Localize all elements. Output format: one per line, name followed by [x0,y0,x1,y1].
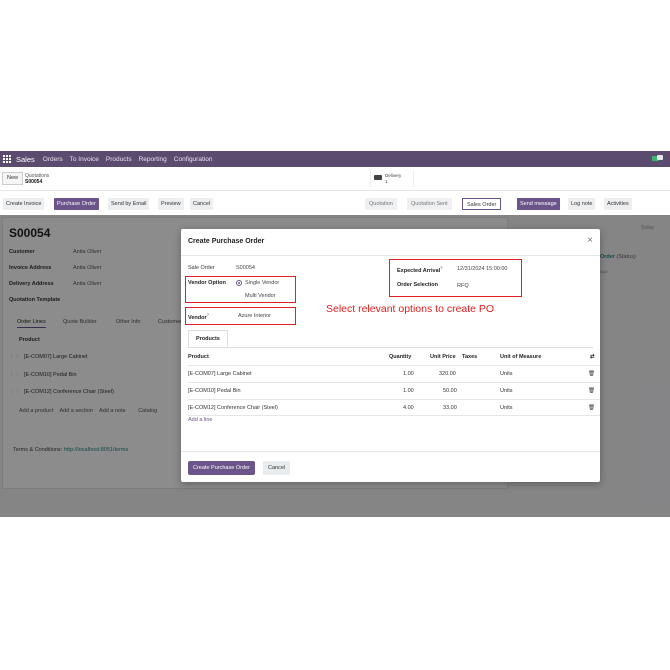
vendor-option-label: Vendor Option [188,280,226,286]
header-unit-of-measure: Unit of Measure [500,354,542,360]
tab-products[interactable]: Products [188,330,228,347]
create-invoice-button[interactable]: Create Invoice [3,198,45,210]
delivery-label: Delivery [385,173,402,178]
action-bar: Create Invoice Purchase Order Send by Em… [0,192,670,215]
cell-product: [E-COM07] Large Cabinet [188,371,252,377]
top-navbar: Sales Orders To Invoice Products Reporti… [0,151,670,167]
header-product: Product [188,354,209,360]
dialog-footer-divider [181,451,600,452]
multi-vendor-label[interactable]: Multi Vendor [245,293,276,299]
cell-uom: Units [500,371,513,377]
sale-order-label: Sale Order [188,265,215,271]
create-purchase-order-dialog: Create Purchase Order × Sale Order S0005… [181,229,600,482]
column-settings-icon[interactable]: ⇄ [590,354,595,360]
control-panel: New Quotations S00054 Delivery 1 [0,167,670,191]
menu-orders[interactable]: Orders [43,156,63,163]
preview-button[interactable]: Preview [158,198,184,210]
menu-to-invoice[interactable]: To Invoice [70,156,99,163]
order-selection-field[interactable]: RFQ [457,283,469,289]
single-vendor-label[interactable]: Single Vendor [245,280,279,286]
cell-product: [E-COM12] Conference Chair (Steel) [188,405,278,411]
truck-icon [374,175,382,180]
expected-arrival-label: Expected Arrival? [397,265,443,274]
vendor-field[interactable]: Azure Interior [238,313,271,319]
table-bottom-border [188,415,600,416]
dialog-title: Create Purchase Order [188,238,265,245]
expected-arrival-field[interactable]: 12/31/2024 15:00:00 [457,266,507,272]
cell-unit-price: 320.00 [439,371,456,377]
table-row[interactable]: [E-COM10] Pedal Bin 1.00 50.00 Units 🗑 [188,382,600,398]
send-message-button[interactable]: Send message [517,198,560,210]
apps-menu-icon[interactable] [3,155,11,163]
create-purchase-order-button[interactable]: Create Purchase Order [188,461,255,475]
cell-uom: Units [500,388,513,394]
trash-icon[interactable]: 🗑 [588,371,595,377]
cell-unit-price: 50.00 [443,388,457,394]
trash-icon[interactable]: 🗑 [588,388,595,394]
vendor-label: Vendor? [188,312,209,321]
cell-quantity: 1.00 [403,371,414,377]
app-name[interactable]: Sales [16,155,35,164]
trash-icon[interactable]: 🗑 [588,405,595,411]
log-note-button[interactable]: Log note [568,198,596,210]
status-quotation[interactable]: Quotation [365,198,397,210]
cell-uom: Units [500,405,513,411]
radio-single-vendor[interactable] [236,280,242,286]
menu-products[interactable]: Products [106,156,132,163]
menu-reporting[interactable]: Reporting [139,156,167,163]
annotation-text: Select relevant options to create PO [326,303,495,315]
cancel-order-button[interactable]: Cancel [190,198,214,210]
cell-product: [E-COM10] Pedal Bin [188,388,241,394]
add-line-link[interactable]: Add a line [188,417,212,423]
breadcrumb-current: S00054 [25,179,43,185]
breadcrumb: Quotations S00054 [25,173,49,185]
header-taxes: Taxes [462,354,478,360]
cell-unit-price: 33.00 [443,405,457,411]
header-unit-price: Unit Price [430,354,456,360]
table-row[interactable]: [E-COM07] Large Cabinet 1.00 320.00 Unit… [188,365,600,381]
status-sales-order[interactable]: Sales Order [462,198,502,210]
menu-configuration[interactable]: Configuration [174,156,213,163]
delivery-count: 1 [385,179,388,184]
table-row[interactable]: [E-COM12] Conference Chair (Steel) 4.00 … [188,399,600,415]
header-quantity: Quantity [389,354,412,360]
close-icon[interactable]: × [587,235,593,246]
table-header: Product Quantity Unit Price Taxes Unit o… [188,349,600,365]
status-quotation-sent[interactable]: Quotation Sent [407,198,452,210]
purchase-order-button[interactable]: Purchase Order [54,198,99,210]
cell-quantity: 4.00 [403,405,414,411]
sale-order-value: S00054 [236,265,255,271]
chat-icon[interactable] [652,155,664,163]
cancel-button[interactable]: Cancel [263,461,291,475]
order-selection-label: Order Selection [397,282,438,288]
tab-divider [188,347,593,348]
activities-button[interactable]: Activities [604,198,632,210]
new-button[interactable]: New [2,172,24,185]
delivery-smart-button[interactable]: Delivery 1 [370,170,414,186]
dialog-header-divider [181,255,600,256]
cell-quantity: 1.00 [403,388,414,394]
send-by-email-button[interactable]: Send by Email [108,198,150,210]
